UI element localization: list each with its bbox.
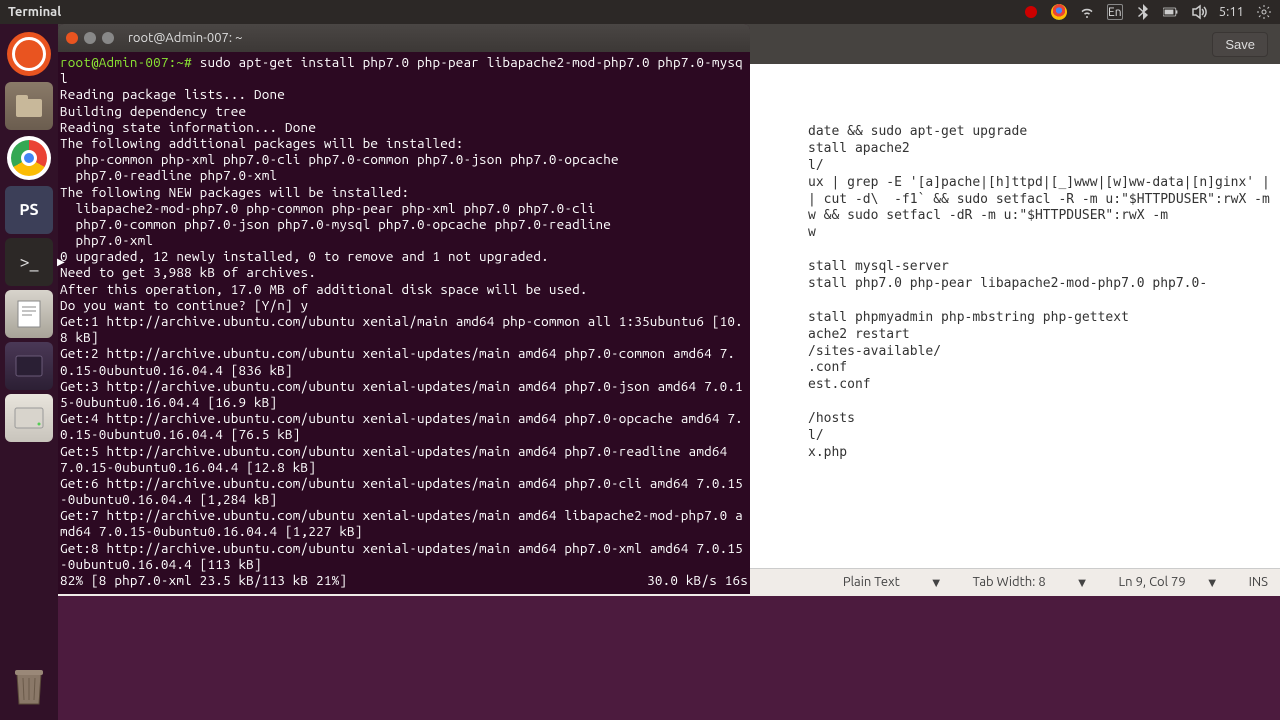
launcher: PS >_▶ (0, 24, 58, 720)
maximize-icon[interactable] (102, 32, 114, 44)
menubar-app-title: Terminal (8, 5, 61, 19)
terminal-launcher-icon[interactable]: >_▶ (5, 238, 53, 286)
dash-icon[interactable] (5, 30, 53, 78)
active-indicator-icon: ▶ (57, 256, 65, 268)
volume-icon[interactable] (1191, 4, 1207, 20)
trash-icon[interactable] (5, 662, 53, 710)
minimize-icon[interactable] (84, 32, 96, 44)
gear-icon[interactable] (1256, 4, 1272, 20)
menubar: Terminal En 5:11 (0, 0, 1280, 24)
terminal-titlebar[interactable]: root@Admin-007: ~ (58, 24, 750, 52)
save-button[interactable]: Save (1212, 32, 1268, 57)
dropdown-icon: ▼ (1076, 575, 1089, 590)
terminal-title: root@Admin-007: ~ (128, 31, 242, 45)
tab-width-selector[interactable]: Tab Width: 8 (973, 575, 1046, 590)
insert-mode: INS (1249, 575, 1268, 590)
clock[interactable]: 5:11 (1219, 5, 1244, 19)
close-icon[interactable] (66, 32, 78, 44)
menubar-indicators: En 5:11 (1023, 4, 1272, 20)
dropdown-icon: ▼ (930, 575, 943, 590)
syntax-selector[interactable]: Plain Text (843, 575, 900, 590)
battery-icon[interactable] (1163, 4, 1179, 20)
gedit-launcher-icon[interactable] (5, 290, 53, 338)
terminal-output[interactable]: root@Admin-007:~# sudo apt-get install p… (58, 52, 750, 590)
language-indicator[interactable]: En (1107, 4, 1123, 20)
phpstorm-icon[interactable]: PS (5, 186, 53, 234)
terminal-window: root@Admin-007: ~ root@Admin-007:~# sudo… (58, 24, 750, 594)
chrome-launcher-icon[interactable] (5, 134, 53, 182)
gedit-text-area[interactable]: date && sudo apt-get upgrade stall apach… (808, 124, 1270, 462)
cursor-position: Ln 9, Col 79 (1119, 575, 1186, 590)
files-icon[interactable] (5, 82, 53, 130)
chrome-icon[interactable] (1051, 4, 1067, 20)
disk-icon[interactable] (5, 394, 53, 442)
wifi-icon[interactable] (1079, 4, 1095, 20)
bluetooth-icon[interactable] (1135, 4, 1151, 20)
screenshot-icon[interactable] (5, 342, 53, 390)
dropdown-icon: ▼ (1206, 575, 1219, 590)
record-icon[interactable] (1023, 4, 1039, 20)
